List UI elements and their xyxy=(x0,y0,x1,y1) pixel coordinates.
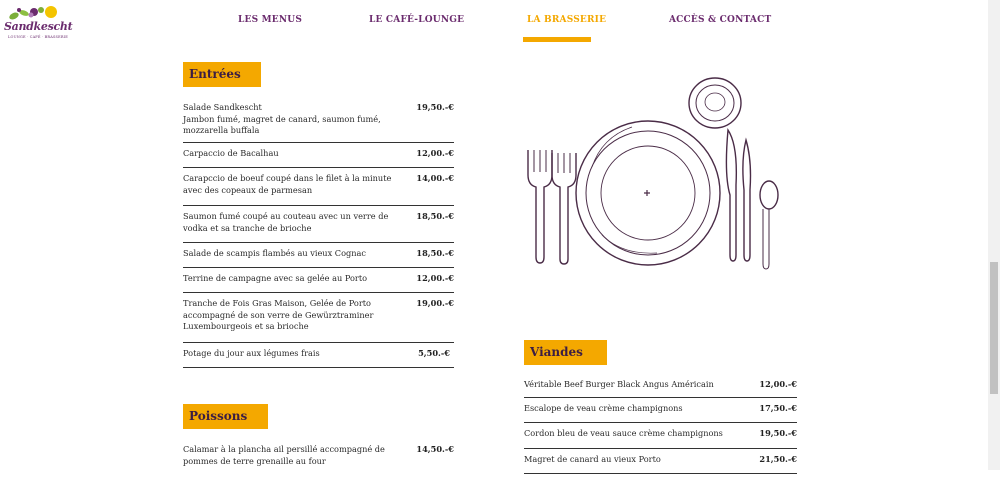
item-price: 19,50.-€ xyxy=(416,102,454,112)
table-setting-illustration xyxy=(527,77,779,270)
nav-la-brasserie[interactable]: LA BRASSERIE xyxy=(527,15,606,25)
list-item: Escalope de veau crème champignons 17,50… xyxy=(524,398,797,423)
list-item: Terrine de campagne avec sa gelée au Por… xyxy=(183,268,454,293)
entrees-list: Salade Sandkescht Jambon fumé, magret de… xyxy=(183,97,454,368)
item-price: 12,00.-€ xyxy=(759,379,797,389)
item-name: Cordon bleu de veau sauce crème champign… xyxy=(524,428,723,438)
item-price: 12,00.-€ xyxy=(416,148,454,158)
item-name: Potage du jour aux légumes frais xyxy=(183,348,320,358)
nav-acces-contact[interactable]: ACCÈS & CONTACT xyxy=(669,15,771,25)
item-name: Terrine de campagne avec sa gelée au Por… xyxy=(183,273,368,283)
nav-les-menus[interactable]: LES MENUS xyxy=(238,15,302,25)
list-item: Salade de scampis flambés au vieux Cogna… xyxy=(183,243,454,268)
item-price: 21,50.-€ xyxy=(759,454,797,464)
list-item: Saumon fumé coupé au couteau avec un ver… xyxy=(183,206,454,243)
item-price: 14,00.-€ xyxy=(416,173,454,183)
section-title-viandes: Viandes xyxy=(524,340,607,365)
item-price: 19,50.-€ xyxy=(759,428,797,438)
list-item: Tranche de Fois Gras Maison, Gelée de Po… xyxy=(183,293,454,343)
list-item: Magret de canard au vieux Porto 21,50.-€ xyxy=(524,449,797,474)
nav-active-indicator xyxy=(523,37,591,42)
list-item: Carpaccio de Bacalhau 12,00.-€ xyxy=(183,143,454,168)
nav-cafe-lounge[interactable]: LE CAFÉ-LOUNGE xyxy=(369,15,464,25)
item-name: Salade de scampis flambés au vieux Cogna… xyxy=(183,248,366,258)
item-price: 12,00.-€ xyxy=(416,273,454,283)
viandes-list: Véritable Beef Burger Black Angus Améric… xyxy=(524,374,797,474)
item-name: Calamar à la plancha ail persillé accomp… xyxy=(183,444,385,466)
item-price: 5,50.-€ xyxy=(418,348,450,358)
list-item: Potage du jour aux légumes frais 5,50.-€ xyxy=(183,343,454,368)
item-price: 14,50.-€ xyxy=(416,444,454,454)
scrollbar-thumb[interactable] xyxy=(990,262,998,394)
item-name: Véritable Beef Burger Black Angus Améric… xyxy=(524,379,714,389)
page-scrollbar[interactable] xyxy=(988,0,1000,470)
logo-tagline: LOUNGE · CAFÉ · BRASSERIE xyxy=(8,35,69,39)
list-item: Cordon bleu de veau sauce crème champign… xyxy=(524,423,797,449)
item-name: Tranche de Fois Gras Maison, Gelée de Po… xyxy=(183,298,374,331)
item-name-text: Salade Sandkescht Jambon fumé, magret de… xyxy=(183,102,381,135)
logo-wordmark: Sandkescht xyxy=(4,20,73,33)
list-item: Calamar à la plancha ail persillé accomp… xyxy=(183,439,454,479)
item-name: Carpaccio de Bacalhau xyxy=(183,148,279,158)
item-name: Salade Sandkescht Jambon fumé, magret de… xyxy=(183,102,393,137)
list-item: Carapccio de boeuf coupé dans le filet à… xyxy=(183,168,454,206)
poissons-list: Calamar à la plancha ail persillé accomp… xyxy=(183,439,454,479)
list-item: Salade Sandkescht Jambon fumé, magret de… xyxy=(183,97,454,143)
item-name: Escalope de veau crème champignons xyxy=(524,403,683,413)
section-title-entrees: Entrées xyxy=(183,62,261,87)
section-title-poissons: Poissons xyxy=(183,404,268,429)
item-price: 18,50.-€ xyxy=(416,248,454,258)
list-item: Véritable Beef Burger Black Angus Améric… xyxy=(524,374,797,398)
item-price: 19,00.-€ xyxy=(416,298,454,308)
item-name: Magret de canard au vieux Porto xyxy=(524,454,661,464)
item-price: 18,50.-€ xyxy=(416,211,454,221)
item-price: 17,50.-€ xyxy=(759,403,797,413)
item-name: Saumon fumé coupé au couteau avec un ver… xyxy=(183,211,389,233)
item-name: Carapccio de boeuf coupé dans le filet à… xyxy=(183,173,392,195)
brand-logo[interactable]: Sandkescht LOUNGE · CAFÉ · BRASSERIE xyxy=(4,4,73,44)
